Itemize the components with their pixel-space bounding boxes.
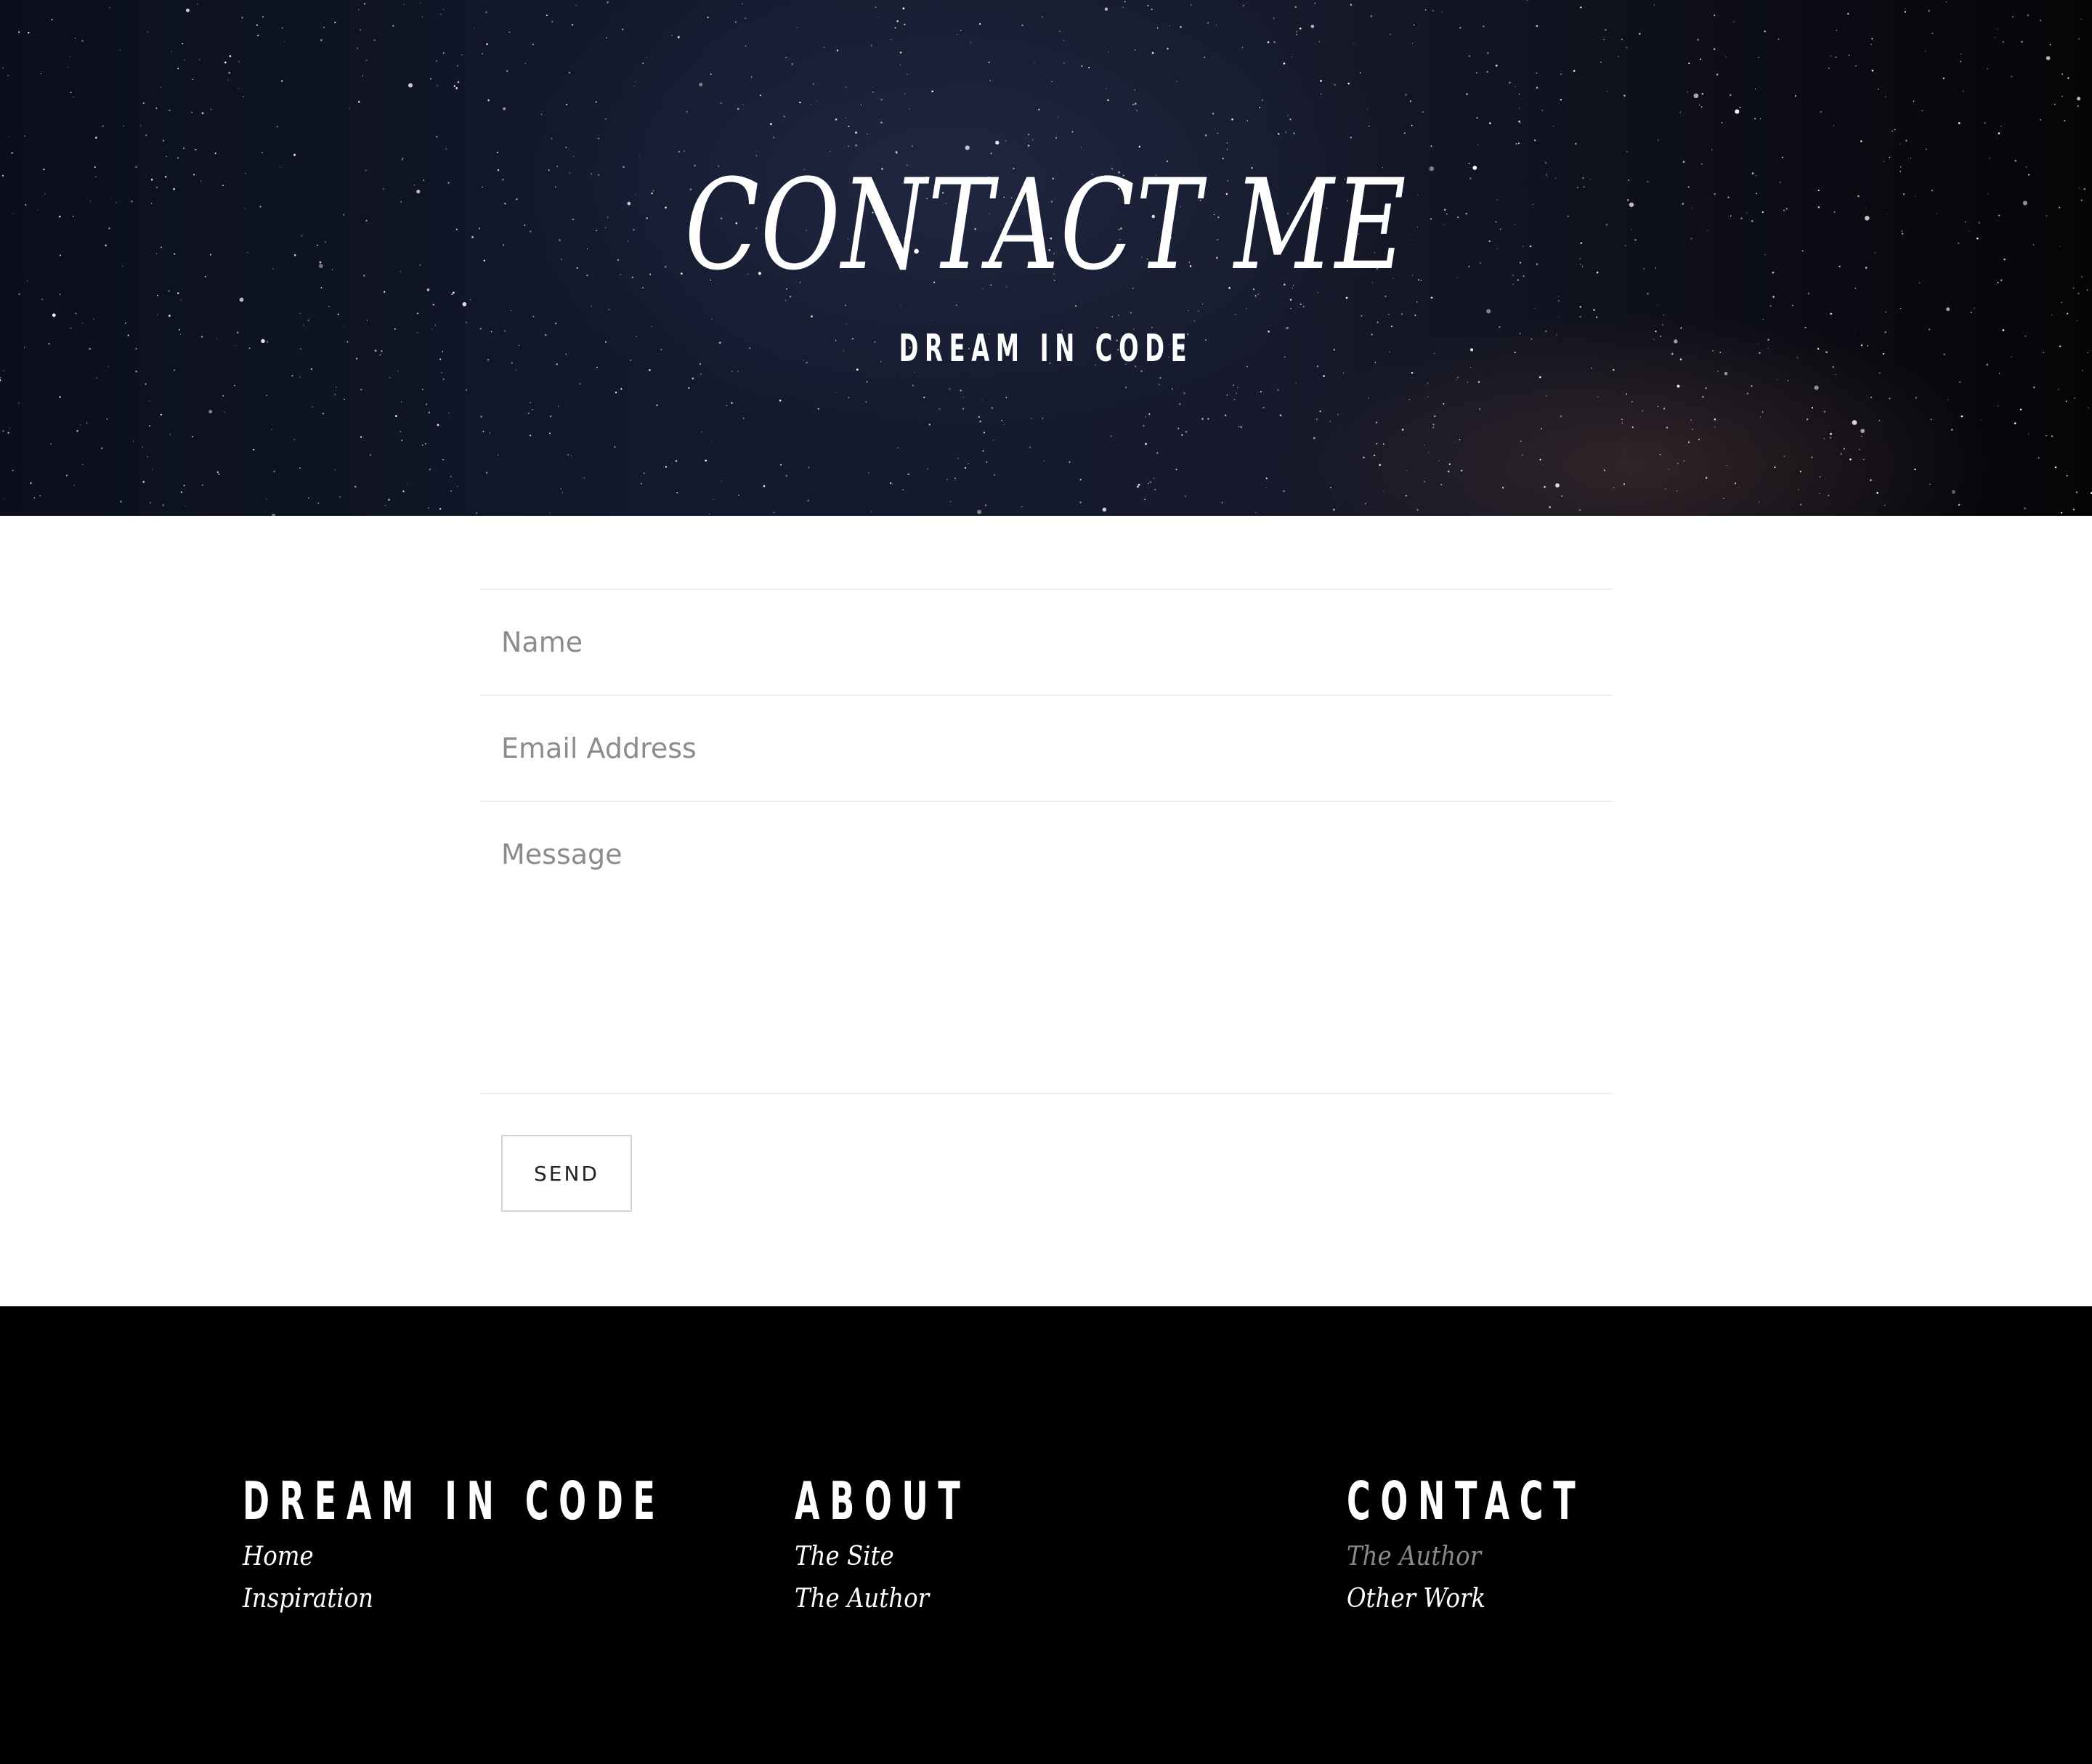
footer-heading-brand: DREAM IN CODE <box>243 1470 665 1532</box>
name-field-row <box>481 588 1613 695</box>
email-input[interactable] <box>481 696 1613 801</box>
contact-form <box>481 588 1613 1094</box>
name-input[interactable] <box>481 590 1613 695</box>
email-field-row <box>481 695 1613 801</box>
footer-link-the-author-active[interactable]: The Author <box>1347 1536 1693 1578</box>
footer-link-other-work[interactable]: Other Work <box>1347 1578 1693 1620</box>
footer-column-contact: CONTACT The Author Other Work <box>1347 1472 1732 1620</box>
footer-links-about: The Site The Author <box>795 1536 1077 1620</box>
footer-links-contact: The Author Other Work <box>1347 1536 1732 1620</box>
footer-link-home[interactable]: Home <box>243 1536 856 1578</box>
message-field-row <box>481 801 1613 1094</box>
footer-link-the-site[interactable]: The Site <box>795 1536 1049 1578</box>
hero-banner: CONTACT ME DREAM IN CODE <box>0 0 2092 516</box>
footer-link-inspiration[interactable]: Inspiration <box>243 1578 856 1620</box>
site-footer: DREAM IN CODE Home Inspiration ABOUT The… <box>0 1306 2092 1764</box>
footer-link-the-author[interactable]: The Author <box>795 1578 1049 1620</box>
site-tagline: DREAM IN CODE <box>899 327 1193 371</box>
page-title: CONTACT ME <box>684 152 1408 298</box>
send-button[interactable]: SEND <box>501 1135 632 1212</box>
message-textarea[interactable] <box>481 802 1613 1093</box>
footer-column-about: ABOUT The Site The Author <box>795 1472 1077 1620</box>
footer-heading-about: ABOUT <box>795 1470 970 1532</box>
footer-heading-contact: CONTACT <box>1347 1470 1586 1532</box>
